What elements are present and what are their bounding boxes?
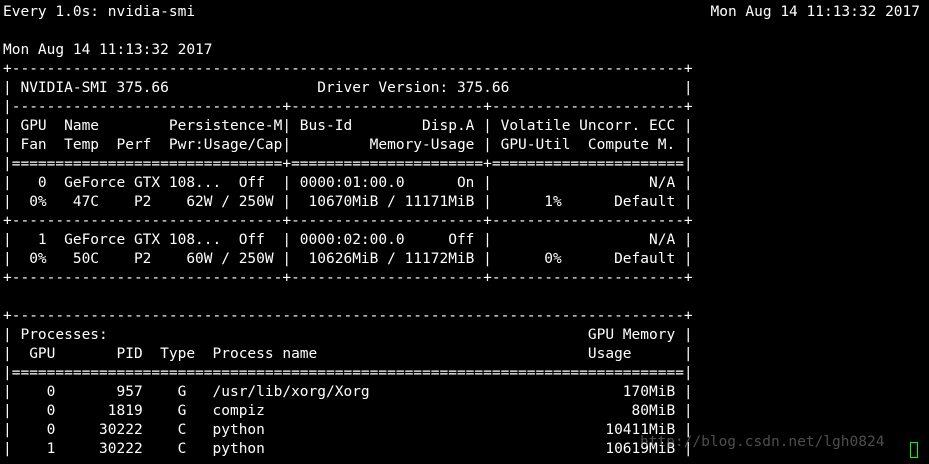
smi-header-line-2: | Fan Temp Perf Pwr:Usage/Cap| Memory-Us… xyxy=(3,137,693,153)
processes-title-line: | Processes: GPU Memory | xyxy=(3,327,693,343)
watch-header-command: Every 1.0s: nvidia-smi xyxy=(3,4,196,20)
smi-header-line-1: | GPU Name Persistence-M| Bus-Id Disp.A … xyxy=(3,118,693,134)
gpu-0-border: +-------------------------------+-------… xyxy=(3,213,693,229)
smi-timestamp: Mon Aug 14 11:13:32 2017 xyxy=(3,42,213,58)
smi-divider: |-------------------------------+-------… xyxy=(3,99,693,115)
terminal-cursor xyxy=(910,442,918,458)
gpu-1-line-1: | 1 GeForce GTX 108... Off | 0000:02:00.… xyxy=(3,232,693,248)
processes-header-line: | GPU PID Type Process name Usage | xyxy=(3,346,693,362)
smi-double-divider: |===============================+=======… xyxy=(3,156,693,172)
process-row: | 0 1819 G compiz 80MiB | xyxy=(3,403,693,419)
process-row: | 0 30222 C python 10411MiB | xyxy=(3,422,693,438)
smi-version-line: | NVIDIA-SMI 375.66 Driver Version: 375.… xyxy=(3,80,693,96)
terminal-window[interactable]: Every 1.0s: nvidia-smi Mon Aug 14 11:13:… xyxy=(0,0,929,464)
gpu-0-line-1: | 0 GeForce GTX 108... Off | 0000:01:00.… xyxy=(3,175,693,191)
watermark-text: http://blog.csdn.net/lgh0824 xyxy=(640,434,885,450)
gpu-1-border: +-------------------------------+-------… xyxy=(3,270,693,286)
gpu-1-line-2: | 0% 50C P2 60W / 250W | 10626MiB / 1117… xyxy=(3,251,693,267)
processes-border-top: +---------------------------------------… xyxy=(3,308,693,324)
gpu-0-line-2: | 0% 47C P2 62W / 250W | 10670MiB / 1117… xyxy=(3,194,693,210)
watch-header-time: Mon Aug 14 11:13:32 2017 xyxy=(710,4,920,20)
smi-border-top: +---------------------------------------… xyxy=(3,61,693,77)
process-row: | 0 957 G /usr/lib/xorg/Xorg 170MiB | xyxy=(3,384,693,400)
process-row: | 1 30222 C python 10619MiB | xyxy=(3,441,693,457)
processes-double-divider: |=======================================… xyxy=(3,365,693,381)
